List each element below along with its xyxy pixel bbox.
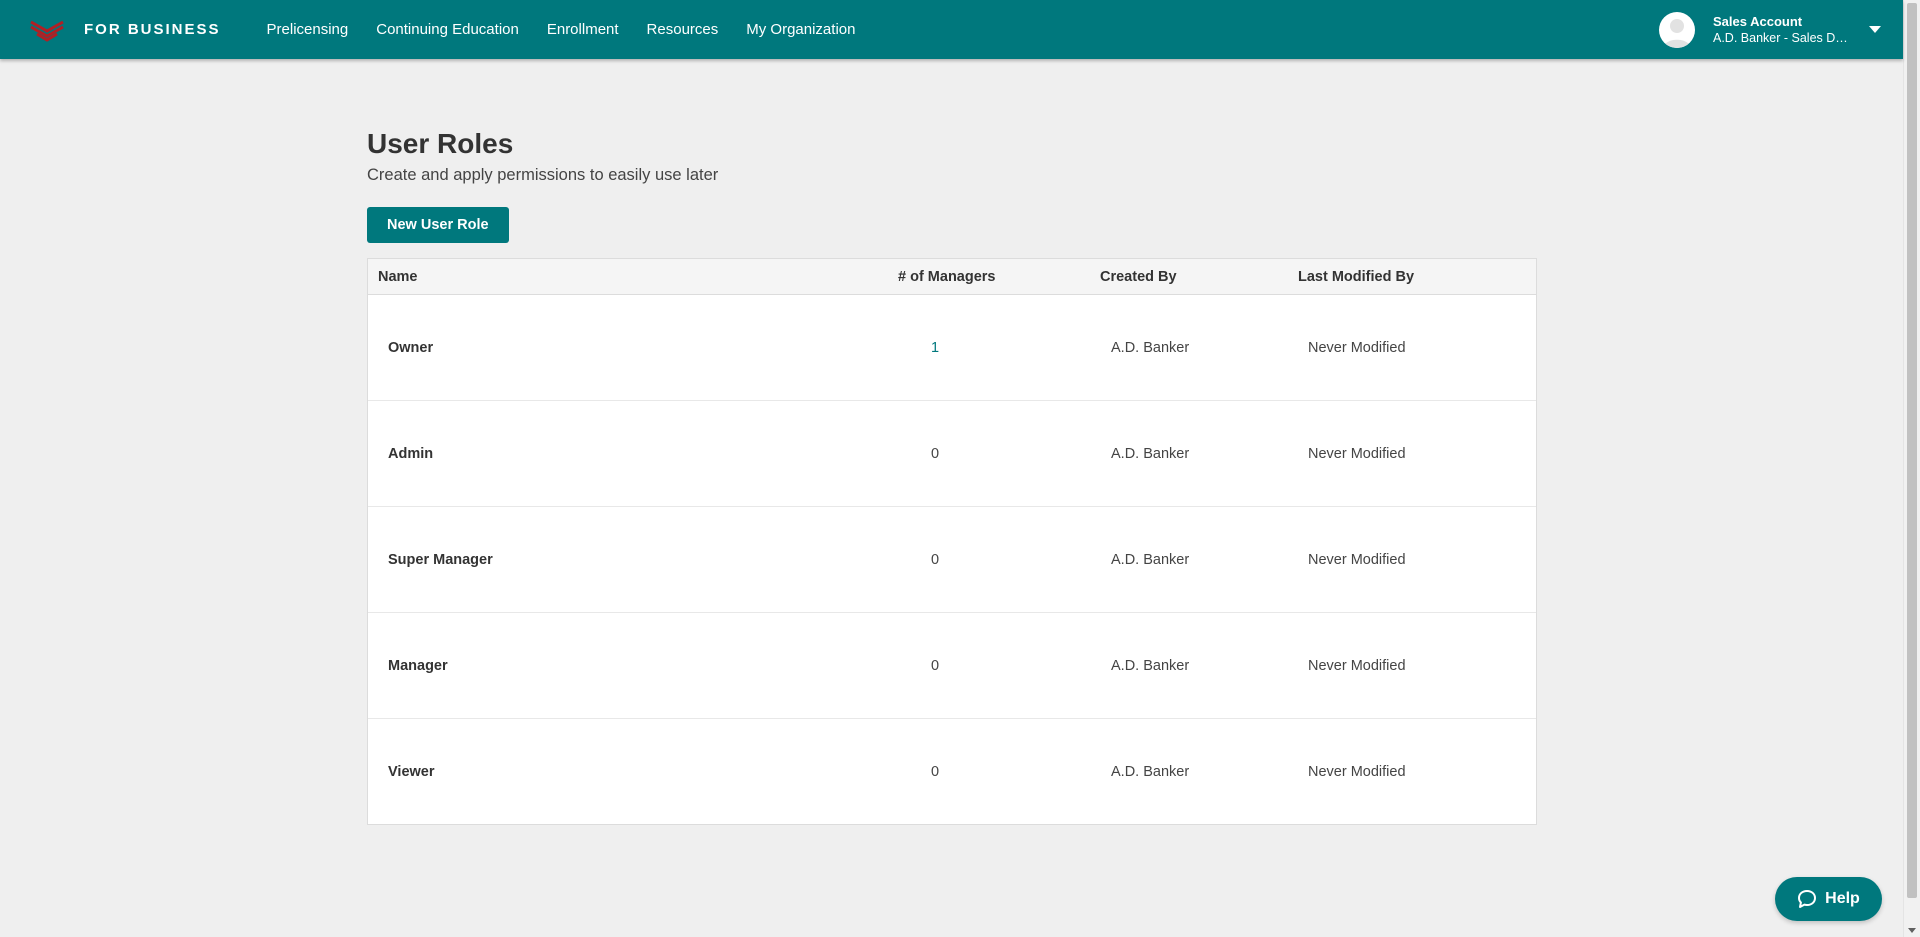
- app-window: FOR BUSINESS Prelicensing Continuing Edu…: [0, 0, 1920, 937]
- managers-count-link[interactable]: 1: [909, 340, 961, 356]
- role-name[interactable]: Manager: [368, 658, 898, 674]
- chevron-stack-logo-icon: [30, 20, 64, 42]
- table-header-row: Name # of Managers Created By Last Modif…: [368, 259, 1536, 295]
- managers-count: 0: [930, 551, 940, 568]
- help-label: Help: [1825, 890, 1860, 907]
- column-header-managers[interactable]: # of Managers: [898, 269, 1100, 285]
- created-by-cell: A.D. Banker: [1111, 657, 1190, 674]
- role-name[interactable]: Super Manager: [368, 552, 898, 568]
- managers-cell: 0: [898, 764, 1100, 780]
- main-nav: Prelicensing Continuing Education Enroll…: [267, 21, 884, 38]
- account-menu[interactable]: Sales Account A.D. Banker - Sales De...: [1659, 0, 1881, 59]
- caret-down-icon[interactable]: [1869, 26, 1881, 33]
- managers-cell: 1: [898, 340, 1100, 356]
- managers-cell: 0: [898, 552, 1100, 568]
- page-title: User Roles: [367, 128, 514, 159]
- last-modified-cell: Never Modified: [1308, 551, 1406, 568]
- nav-item-prelicensing[interactable]: Prelicensing: [267, 21, 349, 38]
- table-row[interactable]: Admin 0 A.D. Banker Never Modified: [368, 401, 1536, 507]
- column-header-created-by[interactable]: Created By: [1100, 269, 1298, 285]
- managers-cell: 0: [898, 446, 1100, 462]
- account-name: Sales Account: [1713, 14, 1803, 29]
- nav-item-my-organization[interactable]: My Organization: [746, 21, 855, 38]
- created-by-cell: A.D. Banker: [1111, 763, 1190, 780]
- main-content: User Roles Create and apply permissions …: [367, 124, 1537, 825]
- nav-item-resources[interactable]: Resources: [647, 21, 719, 38]
- nav-item-enrollment[interactable]: Enrollment: [547, 21, 619, 38]
- last-modified-cell: Never Modified: [1308, 763, 1406, 780]
- last-modified-cell: Never Modified: [1308, 339, 1406, 356]
- last-modified-cell: Never Modified: [1308, 657, 1406, 674]
- table-row[interactable]: Owner 1 A.D. Banker Never Modified: [368, 295, 1536, 401]
- brand-text: FOR BUSINESS: [84, 21, 221, 38]
- table-row[interactable]: Viewer 0 A.D. Banker Never Modified: [368, 719, 1536, 824]
- managers-count: 0: [930, 657, 940, 674]
- account-organization: A.D. Banker - Sales De...: [1713, 31, 1851, 45]
- help-button[interactable]: Help: [1775, 877, 1882, 921]
- page-subtitle: Create and apply permissions to easily u…: [367, 166, 719, 184]
- table-row[interactable]: Super Manager 0 A.D. Banker Never Modifi…: [368, 507, 1536, 613]
- role-name[interactable]: Owner: [368, 340, 898, 356]
- account-info: Sales Account A.D. Banker - Sales De...: [1713, 14, 1851, 45]
- created-by-cell: A.D. Banker: [1111, 339, 1190, 356]
- user-silhouette-icon: [1663, 18, 1691, 48]
- scrollbar-thumb[interactable]: [1907, 3, 1917, 898]
- managers-count: 0: [930, 445, 940, 462]
- last-modified-cell: Never Modified: [1308, 445, 1406, 462]
- managers-cell: 0: [898, 658, 1100, 674]
- role-name[interactable]: Viewer: [368, 764, 898, 780]
- chat-bubble-icon: [1798, 890, 1817, 908]
- scroll-down-arrow-icon[interactable]: [1908, 928, 1916, 933]
- logo[interactable]: FOR BUSINESS: [28, 18, 221, 42]
- column-header-name[interactable]: Name: [368, 269, 898, 285]
- vertical-scrollbar[interactable]: [1903, 0, 1920, 937]
- role-name[interactable]: Admin: [368, 446, 898, 462]
- new-user-role-button[interactable]: New User Role: [367, 207, 509, 243]
- nav-item-continuing-education[interactable]: Continuing Education: [376, 21, 519, 38]
- user-roles-table: Name # of Managers Created By Last Modif…: [367, 258, 1537, 825]
- created-by-cell: A.D. Banker: [1111, 551, 1190, 568]
- avatar: [1659, 11, 1695, 48]
- table-row[interactable]: Manager 0 A.D. Banker Never Modified: [368, 613, 1536, 719]
- top-navigation-bar: FOR BUSINESS Prelicensing Continuing Edu…: [0, 0, 1903, 59]
- managers-count: 0: [930, 763, 940, 780]
- column-header-last-modified-by[interactable]: Last Modified By: [1298, 269, 1536, 285]
- created-by-cell: A.D. Banker: [1111, 445, 1190, 462]
